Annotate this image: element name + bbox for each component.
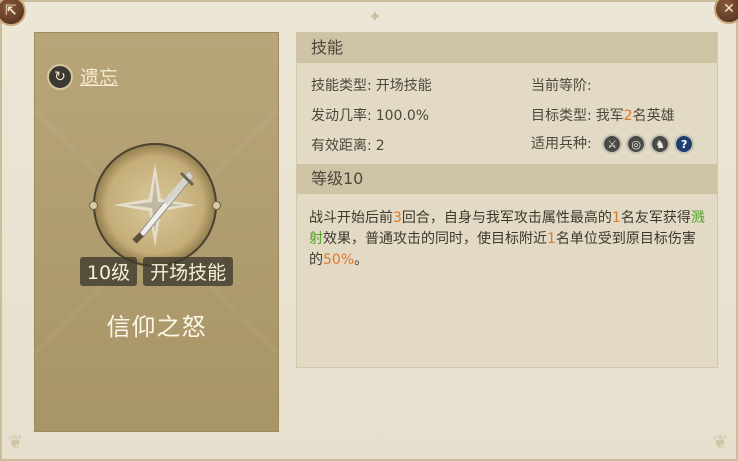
current-level-row: 当前等阶: <box>531 75 596 95</box>
skill-badges: 10级 开场技能 <box>35 257 278 286</box>
desc-text-4: 效果，普通攻击的同时，使目标附近 <box>323 231 547 247</box>
unit-type-row: 适用兵种: ⚔ ◎ ♞ ? <box>531 133 695 154</box>
desc-ally-count: 1 <box>611 210 621 226</box>
share-icon: ⇱ <box>5 3 17 19</box>
desc-text-6: 。 <box>354 252 369 268</box>
skill-type-row: 技能类型: 开场技能 <box>311 75 432 95</box>
desc-unit-count: 1 <box>547 231 556 247</box>
corner-ornament-icon: ❦ <box>712 432 728 453</box>
skill-card: ↻ 遗忘 10级 开场技能 信仰之怒 <box>34 32 279 432</box>
medallion-left-dot <box>89 201 98 210</box>
forget-label: 遗忘 <box>80 67 119 89</box>
top-ornament-icon: ✦ <box>368 7 382 26</box>
target-type-suffix: 名英雄 <box>632 108 675 124</box>
skill-type-label: 技能类型: <box>311 78 372 94</box>
corner-ornament-icon: ❦ <box>8 432 24 453</box>
desc-text-2: 回合，自身与我军攻击属性最高的 <box>401 210 612 226</box>
trigger-rate-row: 发动几率: 100.0% <box>311 105 429 125</box>
target-type-prefix: 我军 <box>595 108 624 124</box>
desc-rounds: 3 <box>393 210 402 226</box>
forget-button[interactable]: ↻ 遗忘 <box>47 63 118 90</box>
unit-type-label: 适用兵种: <box>531 136 592 152</box>
skill-section-header: 技能 <box>297 33 717 63</box>
target-type-label: 目标类型: <box>531 108 592 124</box>
range-label: 有效距离: <box>311 138 372 154</box>
skill-info-panel: 技能 技能类型: 开场技能 当前等阶: 发动几率: 100.0% 目标类型: 我军2名… <box>296 32 718 368</box>
share-button[interactable]: ⇱ <box>0 0 26 26</box>
skill-medallion <box>89 143 221 267</box>
bow-target-icon: ◎ <box>626 134 647 154</box>
skill-detail-dialog: ⇱ ✕ ✦ ↻ 遗忘 10级 开场技能 信仰之怒 技能 技能类型: 开场技能 当… <box>0 0 738 461</box>
skill-type-value: 开场技能 <box>375 78 432 94</box>
desc-text-1: 战斗开始后前 <box>309 210 393 226</box>
trigger-rate-label: 发动几率: <box>311 108 372 124</box>
desc-percent: 50% <box>323 252 355 268</box>
target-count: 2 <box>623 108 633 124</box>
sword-icon <box>113 163 197 247</box>
close-button[interactable]: ✕ <box>714 0 738 24</box>
skill-description: 战斗开始后前3回合，自身与我军攻击属性最高的1名友军获得溅射效果，普通攻击的同时… <box>309 208 709 271</box>
sword-icon: ⚔ <box>602 134 623 154</box>
level-badge: 10级 <box>79 257 138 286</box>
refresh-icon: ↻ <box>47 63 73 90</box>
question-icon[interactable]: ? <box>674 134 695 154</box>
unit-icons: ⚔ ◎ ♞ ? <box>602 134 695 154</box>
range-row: 有效距离: 2 <box>311 135 385 155</box>
medallion-right-dot <box>212 201 221 210</box>
skill-name: 信仰之怒 <box>106 313 207 341</box>
horse-icon: ♞ <box>650 134 671 154</box>
target-type-row: 目标类型: 我军2名英雄 <box>531 105 675 125</box>
close-icon: ✕ <box>723 1 735 17</box>
desc-text-3: 名友军获得 <box>620 210 691 226</box>
range-value: 2 <box>375 138 385 154</box>
current-level-label: 当前等阶: <box>531 78 592 94</box>
level-section-header: 等级10 <box>297 164 717 194</box>
skill-type-badge: 开场技能 <box>143 257 234 286</box>
trigger-rate-value: 100.0% <box>375 108 430 124</box>
